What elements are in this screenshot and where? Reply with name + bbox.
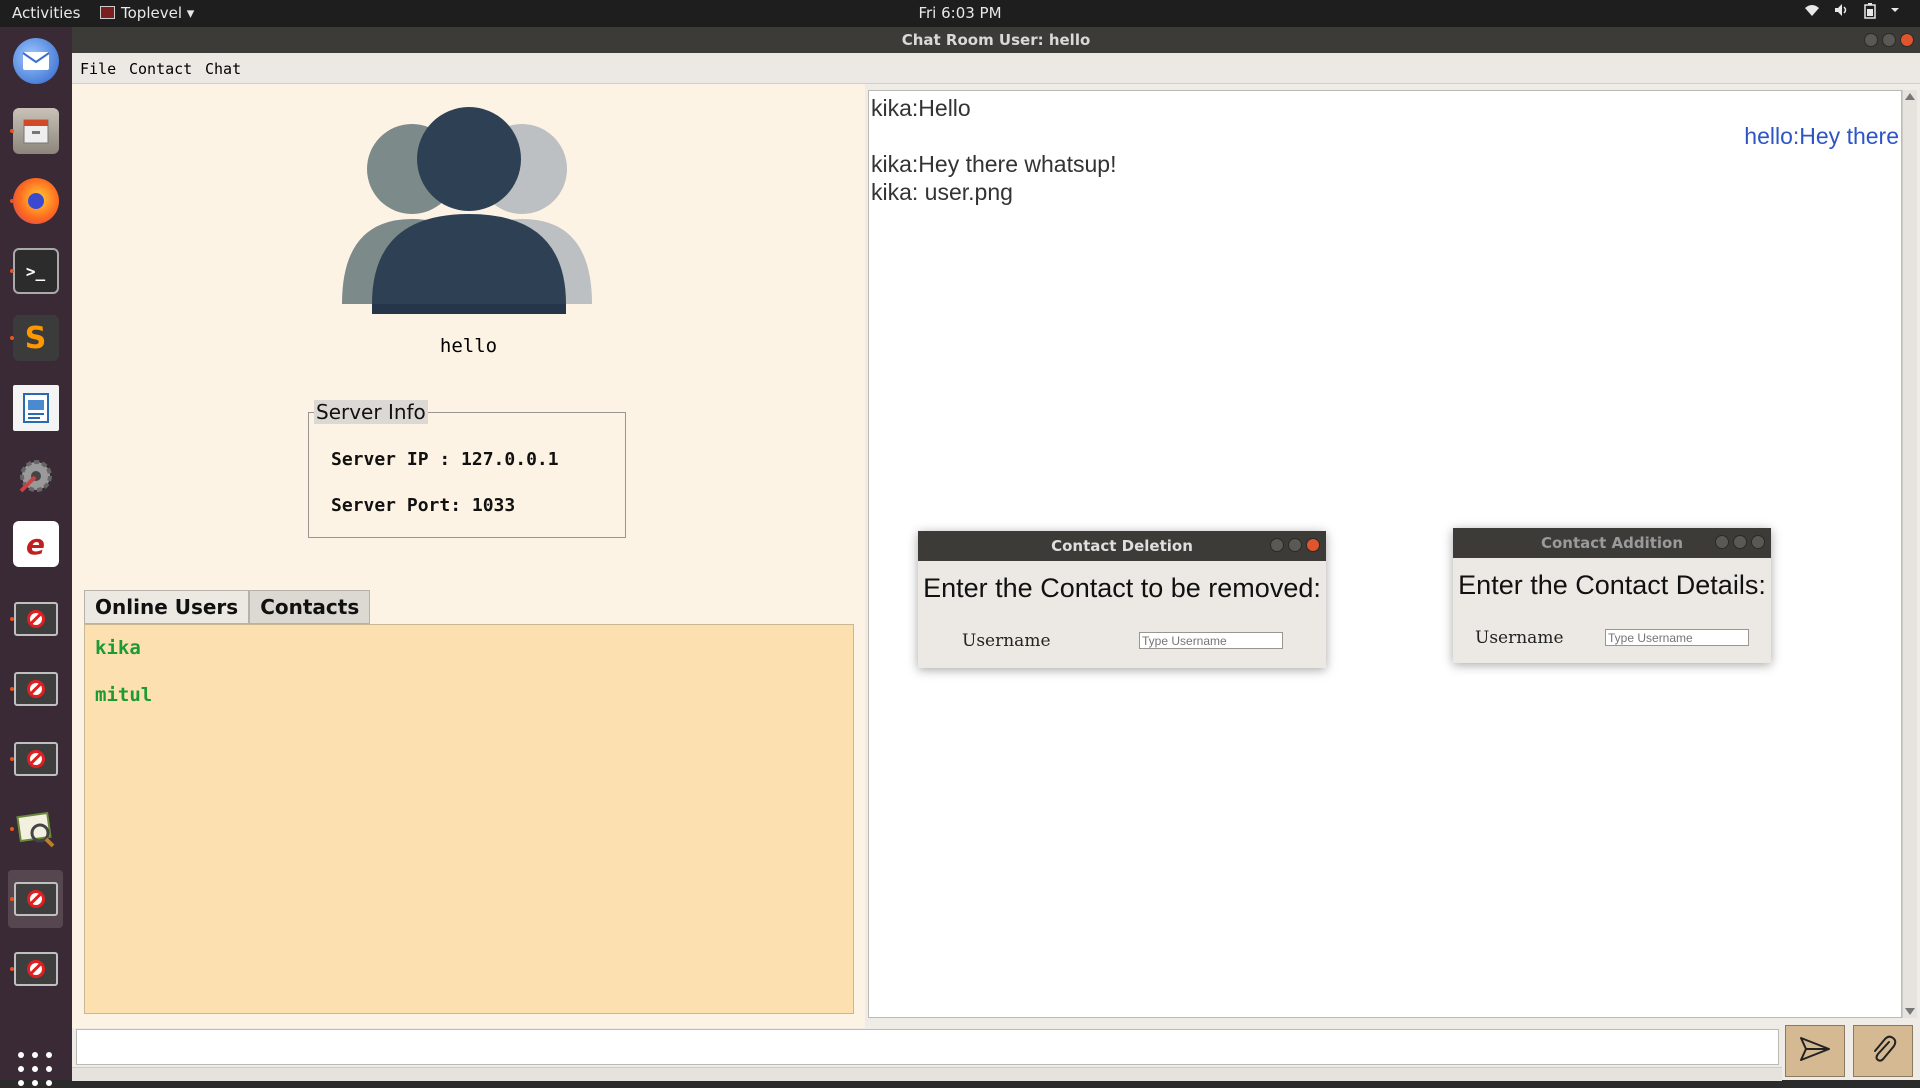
- blocked-app-icon: [13, 882, 58, 916]
- maximize-button[interactable]: [1288, 538, 1302, 552]
- minimize-button[interactable]: [1715, 535, 1729, 549]
- window-title-bar[interactable]: Chat Room User: hello: [72, 27, 1920, 53]
- scroll-up-arrow-icon[interactable]: [1905, 93, 1915, 100]
- message-input[interactable]: [76, 1029, 1779, 1065]
- battery-icon: [1864, 3, 1876, 23]
- blocked-app-launcher-4[interactable]: [8, 870, 63, 928]
- blocked-app-launcher-3[interactable]: [8, 730, 63, 788]
- chat-vertical-scrollbar[interactable]: [1902, 90, 1917, 1018]
- dock: >_ S e: [0, 27, 72, 1086]
- wifi-icon: [1804, 3, 1820, 23]
- deletion-prompt: Enter the Contact to be removed:: [923, 573, 1321, 603]
- terminal-launcher[interactable]: >_: [8, 242, 63, 300]
- close-button[interactable]: [1900, 33, 1914, 47]
- volume-icon: [1834, 3, 1850, 23]
- thunderbird-launcher[interactable]: [8, 32, 63, 90]
- send-icon: [1799, 1036, 1831, 1066]
- blocked-app-launcher-1[interactable]: [8, 590, 63, 648]
- blocked-app-icon: [13, 742, 58, 776]
- username-input[interactable]: [1139, 632, 1283, 649]
- server-info-box: Server Info Server IP : 127.0.0.1 Server…: [308, 400, 626, 538]
- files-launcher[interactable]: [8, 102, 63, 160]
- ebook-reader-icon: e: [12, 521, 59, 567]
- firefox-icon: [12, 178, 59, 224]
- minimize-button[interactable]: [1270, 538, 1284, 552]
- sublime-text-icon: S: [12, 315, 59, 361]
- username-label: Username: [962, 631, 1051, 651]
- chat-message: kika:Hello: [871, 95, 971, 121]
- dialog-title-bar[interactable]: Contact Deletion: [918, 531, 1326, 561]
- close-button[interactable]: [1751, 535, 1765, 549]
- menu-file[interactable]: File: [80, 60, 116, 78]
- sublime-text-launcher[interactable]: S: [8, 309, 63, 367]
- server-info-legend: Server Info: [314, 400, 428, 424]
- blocked-app-icon: [13, 602, 58, 636]
- username-input[interactable]: [1605, 629, 1749, 646]
- tab-online-users[interactable]: Online Users: [84, 590, 250, 624]
- libreoffice-writer-launcher[interactable]: [8, 379, 63, 437]
- addition-prompt: Enter the Contact Details:: [1458, 570, 1766, 600]
- username-label: Username: [1475, 628, 1564, 648]
- top-bar: Activities Toplevel ▾ Fri 6:03 PM: [0, 0, 1920, 27]
- profile-panel: hello Server Info Server IP : 127.0.0.1 …: [72, 84, 865, 1028]
- ebook-reader-launcher[interactable]: e: [8, 515, 63, 573]
- contact-deletion-dialog: Contact Deletion Enter the Contact to be…: [918, 531, 1326, 668]
- server-ip: Server IP : 127.0.0.1: [331, 449, 559, 470]
- image-viewer-launcher[interactable]: [8, 800, 63, 858]
- show-applications-icon[interactable]: [18, 1052, 54, 1088]
- settings-gear-icon: [13, 453, 59, 499]
- firefox-launcher[interactable]: [8, 172, 63, 230]
- send-button[interactable]: [1785, 1025, 1845, 1077]
- scroll-down-arrow-icon[interactable]: [1905, 1008, 1915, 1015]
- thunderbird-icon: [12, 38, 59, 84]
- own-chat-message: hello:Hey there: [1744, 123, 1899, 149]
- contact-addition-dialog: Contact Addition Enter the Contact Detai…: [1453, 528, 1771, 663]
- user-tabs: Online Users Contacts: [84, 590, 371, 624]
- tab-contacts[interactable]: Contacts: [249, 590, 371, 624]
- online-users-list[interactable]: kika mitul: [84, 624, 854, 1014]
- chat-message: kika:Hey there whatsup!: [871, 151, 1117, 177]
- blocked-app-launcher-2[interactable]: [8, 660, 63, 718]
- user-avatar-icon: [342, 104, 592, 323]
- list-item[interactable]: mitul: [95, 684, 152, 706]
- window-title: Chat Room User: hello: [901, 31, 1091, 49]
- libreoffice-writer-icon: [12, 385, 59, 431]
- attach-file-button[interactable]: [1853, 1025, 1913, 1077]
- maximize-button[interactable]: [1882, 33, 1896, 47]
- menu-contact[interactable]: Contact: [129, 60, 192, 78]
- list-item[interactable]: kika: [95, 637, 141, 659]
- menu-chat[interactable]: Chat: [205, 60, 241, 78]
- blocked-app-icon: [13, 952, 58, 986]
- dialog-title: Contact Deletion: [1051, 537, 1193, 555]
- menu-bar: File Contact Chat: [72, 53, 1920, 84]
- power-menu-icon: [1890, 3, 1900, 23]
- blocked-app-icon: [13, 672, 58, 706]
- server-port: Server Port: 1033: [331, 495, 516, 516]
- profile-username: hello: [439, 335, 498, 357]
- minimize-button[interactable]: [1864, 33, 1878, 47]
- clock[interactable]: Fri 6:03 PM: [0, 4, 1920, 22]
- settings-launcher[interactable]: [8, 447, 63, 505]
- maximize-button[interactable]: [1733, 535, 1747, 549]
- horizontal-scrollbar[interactable]: [72, 1067, 1782, 1081]
- blocked-app-launcher-5[interactable]: [8, 940, 63, 998]
- files-icon: [12, 108, 59, 154]
- terminal-icon: >_: [12, 248, 59, 294]
- chat-message: kika: user.png: [871, 179, 1013, 205]
- paperclip-icon: [1869, 1034, 1897, 1068]
- system-tray[interactable]: [1804, 3, 1900, 23]
- image-viewer-icon: [13, 806, 59, 852]
- dialog-title: Contact Addition: [1540, 534, 1684, 552]
- close-button[interactable]: [1306, 538, 1320, 552]
